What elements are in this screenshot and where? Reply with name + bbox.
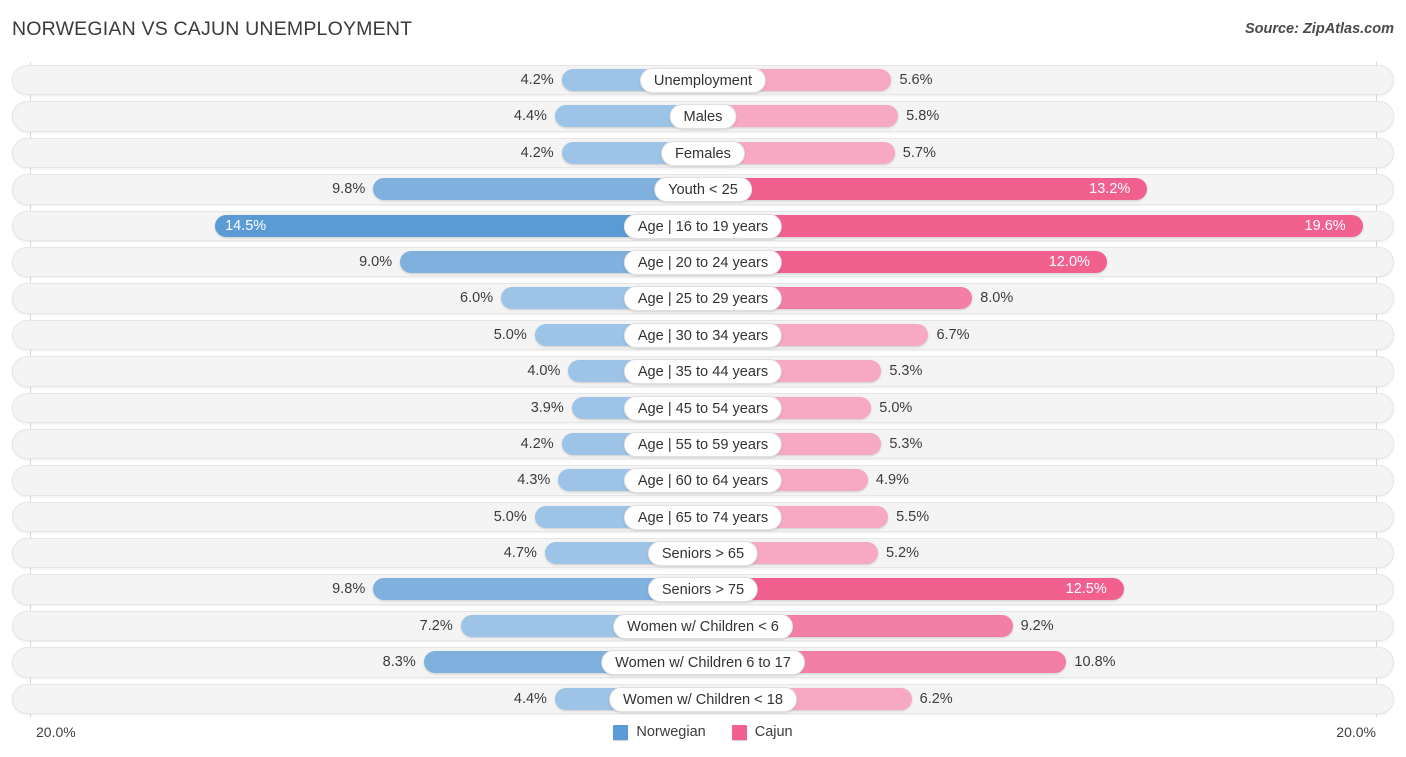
chart-row: 4.2% 5.7% Females	[0, 135, 1406, 171]
value-label-norwegian: 3.9%	[530, 399, 564, 416]
category-label-pill: Age | 16 to 19 years	[623, 213, 783, 239]
category-label-pill: Women w/ Children 6 to 17	[601, 650, 805, 676]
chart-row: 4.4% 6.2% Women w/ Children < 18	[0, 681, 1406, 717]
page-title: NORWEGIAN VS CAJUN UNEMPLOYMENT	[12, 18, 413, 40]
chart-row: 3.9% 5.0% Age | 45 to 54 years	[0, 390, 1406, 426]
value-label-norwegian: 8.3%	[382, 654, 416, 671]
chart-row: 4.3% 4.9% Age | 60 to 64 years	[0, 462, 1406, 498]
chart-row: 4.2% 5.6% Unemployment	[0, 62, 1406, 98]
category-label-pill: Age | 65 to 74 years	[623, 504, 783, 530]
value-label-cajun: 5.3%	[889, 363, 923, 380]
value-label-norwegian: 14.5%	[225, 217, 267, 234]
chart-row: 4.4% 5.8% Males	[0, 98, 1406, 134]
category-label-pill: Age | 60 to 64 years	[623, 468, 783, 494]
value-label-norwegian: 4.2%	[520, 72, 554, 88]
category-label-pill: Seniors > 65	[647, 541, 759, 567]
value-label-cajun: 10.8%	[1074, 654, 1116, 671]
category-label-pill: Women w/ Children < 6	[613, 613, 793, 639]
category-label-pill: Age | 45 to 54 years	[623, 395, 783, 421]
legend-label: Cajun	[754, 724, 793, 740]
chart-row: 9.8% 13.2% Youth < 25	[0, 171, 1406, 207]
value-label-cajun: 5.6%	[899, 72, 933, 88]
value-label-cajun: 5.7%	[902, 144, 936, 161]
value-label-cajun: 5.2%	[885, 545, 920, 562]
chart-row: 14.5% 19.6% Age | 16 to 19 years	[0, 208, 1406, 244]
value-label-cajun: 5.0%	[879, 399, 913, 416]
category-label-pill: Females	[661, 140, 745, 166]
value-label-norwegian: 5.0%	[493, 326, 527, 343]
value-label-cajun: 12.0%	[1048, 253, 1090, 270]
category-label-pill: Males	[669, 104, 737, 130]
value-label-norwegian: 5.0%	[493, 508, 527, 525]
chart-row: 5.0% 6.7% Age | 30 to 34 years	[0, 317, 1406, 353]
value-label-cajun: 8.0%	[980, 290, 1014, 307]
bar-cajun	[703, 178, 1148, 201]
legend-item[interactable]: Cajun	[731, 724, 793, 740]
value-label-cajun: 13.2%	[1089, 181, 1131, 198]
chart-row: 9.8% 12.5% Seniors > 75	[0, 571, 1406, 607]
category-label-pill: Age | 55 to 59 years	[623, 431, 783, 457]
legend-swatch-norwegian	[613, 724, 629, 740]
chart-row: 4.2% 5.3% Age | 55 to 59 years	[0, 426, 1406, 462]
value-label-cajun: 19.6%	[1304, 217, 1346, 234]
value-label-norwegian: 9.0%	[359, 253, 393, 270]
value-label-cajun: 6.7%	[936, 326, 970, 343]
chart-rows: 4.2% 5.6% Unemployment 4.4% 5.8% Males 4.2% 5.7…	[0, 62, 1406, 717]
value-label-norwegian: 7.2%	[419, 617, 453, 634]
category-label-pill: Age | 30 to 34 years	[623, 322, 783, 348]
value-label-cajun: 4.9%	[875, 472, 909, 489]
source-attribution: Source: ZipAtlas.com	[1244, 21, 1394, 37]
value-label-norwegian: 4.2%	[520, 144, 554, 161]
value-label-norwegian: 4.3%	[517, 472, 551, 489]
category-label-pill: Age | 35 to 44 years	[623, 359, 783, 385]
value-label-cajun: 9.2%	[1020, 617, 1054, 634]
chart-plot-area: 4.2% 5.6% Unemployment 4.4% 5.8% Males 4.2% 5.7…	[0, 62, 1406, 717]
chart-row: 4.7% 5.2% Seniors > 65	[0, 535, 1406, 571]
chart-legend: Norwegian Cajun	[0, 724, 1406, 740]
legend-label: Norwegian	[636, 724, 706, 740]
chart-row: 5.0% 5.5% Age | 65 to 74 years	[0, 499, 1406, 535]
chart-row: 8.3% 10.8% Women w/ Children 6 to 17	[0, 644, 1406, 680]
category-label-pill: Women w/ Children < 18	[609, 686, 797, 712]
value-label-cajun: 5.8%	[906, 108, 940, 125]
value-label-norwegian: 4.4%	[513, 690, 547, 707]
value-label-cajun: 5.3%	[889, 435, 923, 452]
value-label-cajun: 5.5%	[896, 508, 930, 525]
legend-item[interactable]: Norwegian	[613, 724, 706, 740]
bar-cajun	[703, 578, 1124, 601]
chart-row: 4.0% 5.3% Age | 35 to 44 years	[0, 353, 1406, 389]
chart-footer: 20.0% 20.0% Norwegian Cajun	[0, 718, 1406, 757]
value-label-norwegian: 9.8%	[332, 181, 366, 198]
chart-row: 7.2% 9.2% Women w/ Children < 6	[0, 608, 1406, 644]
chart-row: 9.0% 12.0% Age | 20 to 24 years	[0, 244, 1406, 280]
category-label-pill: Unemployment	[639, 68, 767, 93]
value-label-norwegian: 4.2%	[520, 435, 554, 452]
value-label-norwegian: 4.7%	[503, 545, 537, 562]
value-label-norwegian: 4.0%	[527, 363, 561, 380]
value-label-cajun: 6.2%	[919, 690, 953, 707]
value-label-norwegian: 9.8%	[332, 581, 366, 598]
value-label-norwegian: 4.4%	[513, 108, 547, 125]
category-label-pill: Age | 25 to 29 years	[623, 286, 783, 312]
category-label-pill: Age | 20 to 24 years	[623, 249, 783, 275]
chart-row: 6.0% 8.0% Age | 25 to 29 years	[0, 280, 1406, 316]
category-label-pill: Seniors > 75	[647, 577, 759, 603]
legend-swatch-cajun	[731, 724, 747, 740]
value-label-cajun: 12.5%	[1065, 581, 1107, 598]
category-label-pill: Youth < 25	[654, 177, 752, 203]
chart-page: NORWEGIAN VS CAJUN UNEMPLOYMENT Source: …	[0, 0, 1406, 757]
value-label-norwegian: 6.0%	[460, 290, 494, 307]
bar-cajun	[703, 214, 1363, 237]
